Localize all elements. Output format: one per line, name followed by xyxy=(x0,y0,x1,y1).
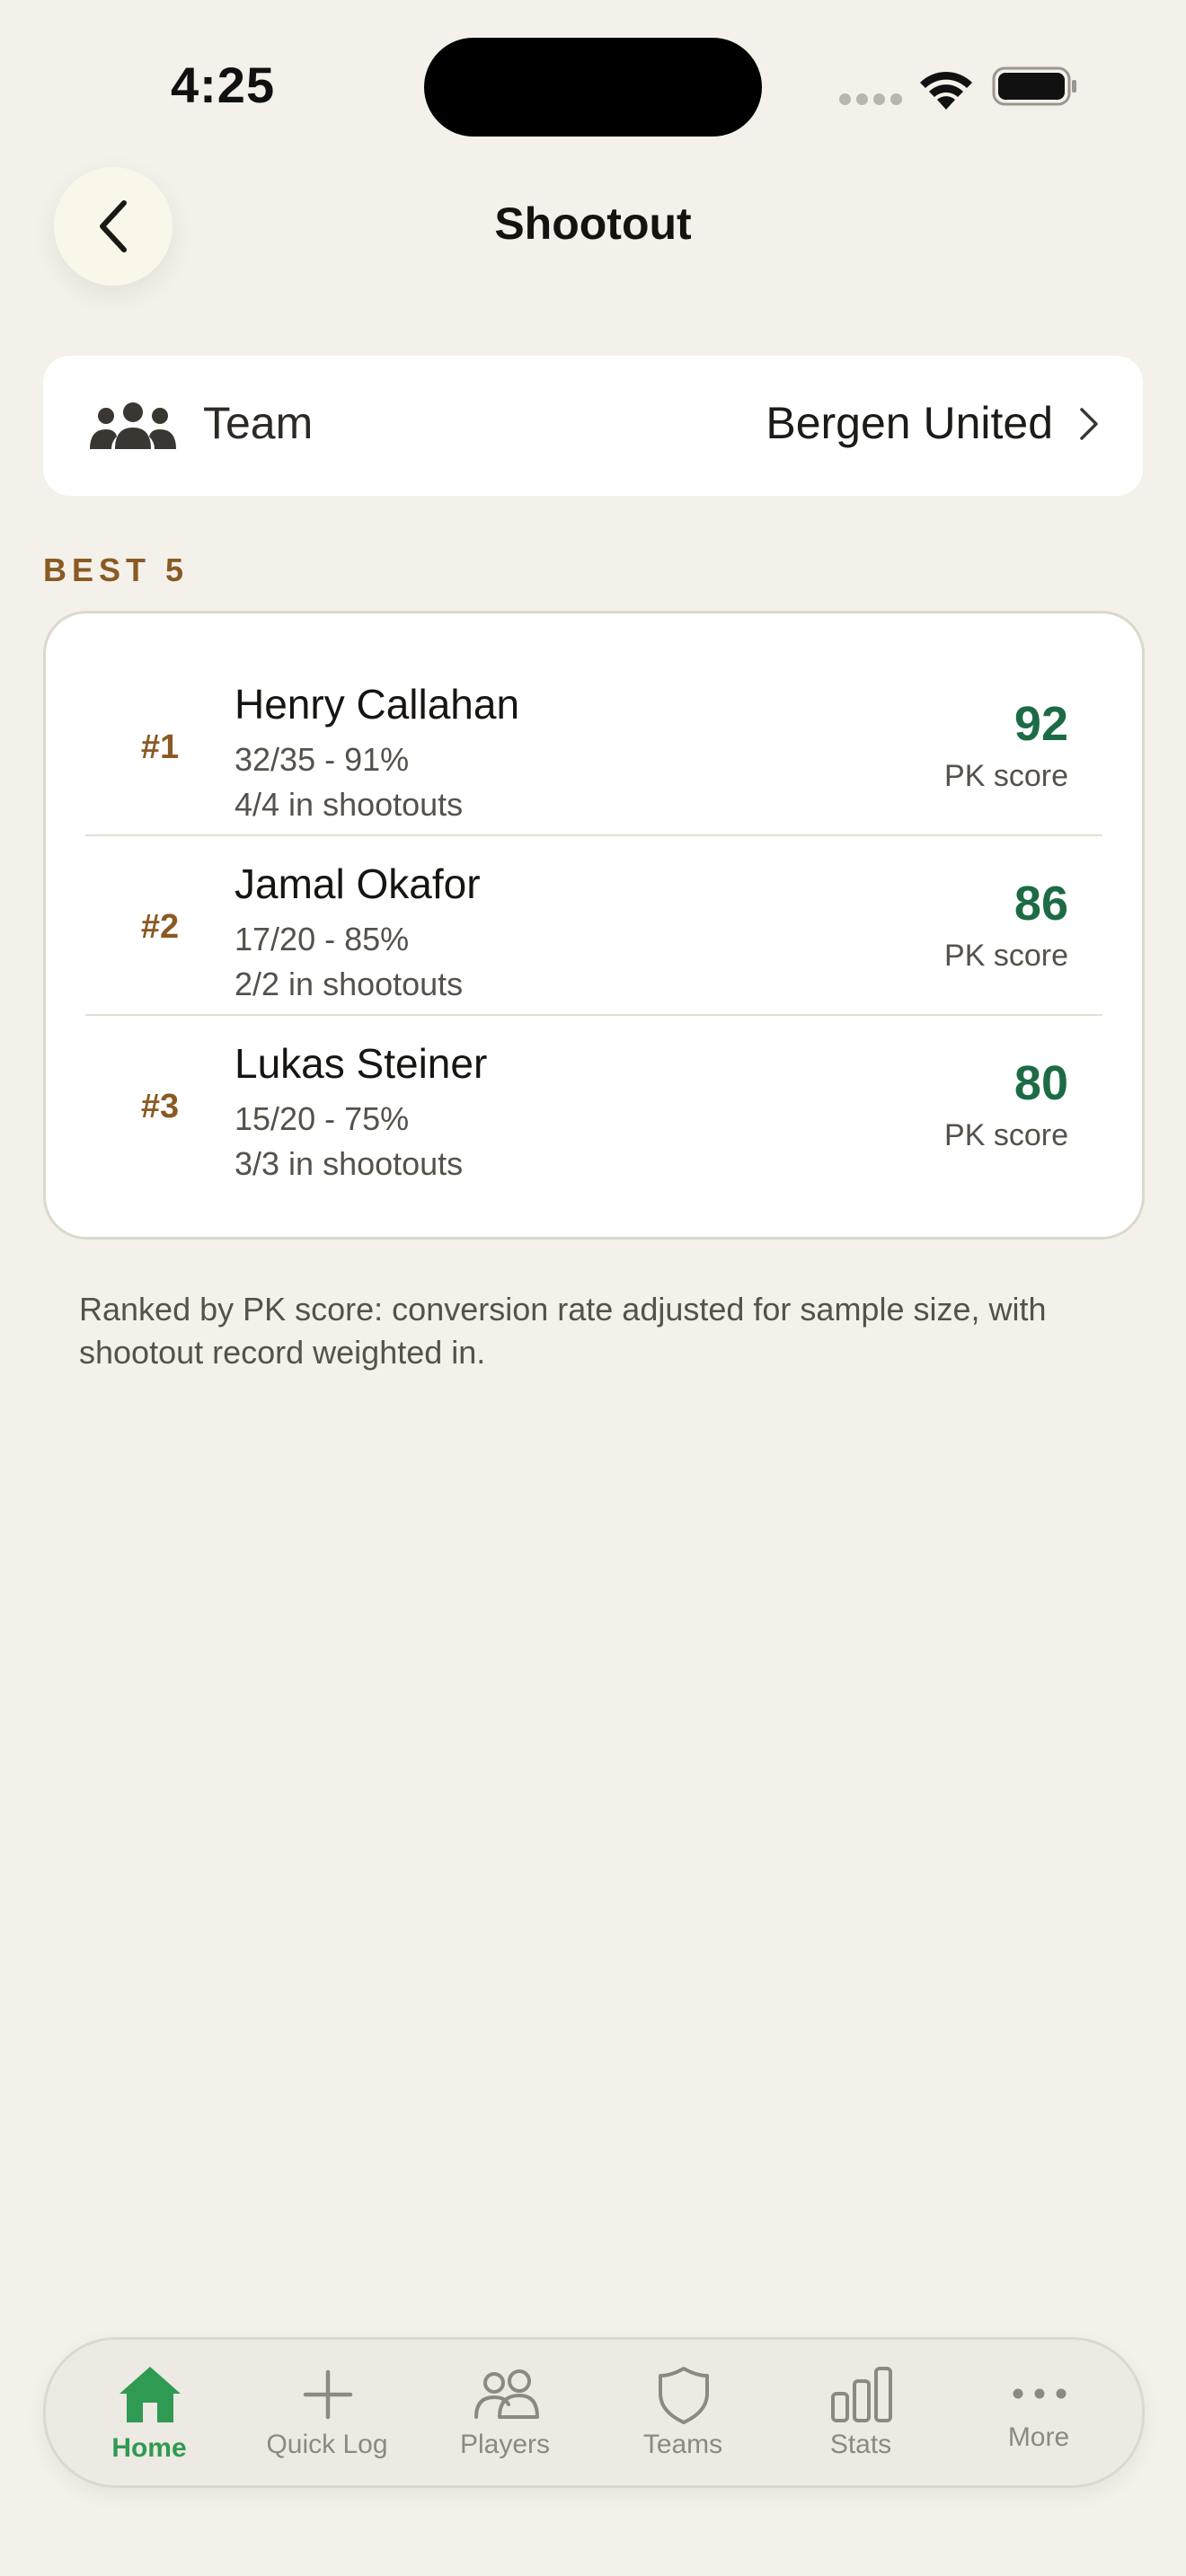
tab-label: Quick Log xyxy=(266,2430,388,2459)
home-icon xyxy=(119,2367,181,2422)
tab-label: Home xyxy=(111,2433,187,2463)
tab-bar: Home Quick Log Players Teams Stats More xyxy=(43,2337,1145,2488)
cellular-signal-icon xyxy=(839,93,902,106)
player-shootouts: 4/4 in shootouts xyxy=(235,786,464,823)
pk-score-label: PK score xyxy=(944,1118,1068,1152)
bar-chart-icon xyxy=(831,2367,892,2422)
wifi-icon xyxy=(920,71,972,110)
team-label: Team xyxy=(203,398,314,448)
plus-icon xyxy=(303,2369,353,2420)
status-time: 4:25 xyxy=(171,57,276,113)
player-name: Jamal Okafor xyxy=(235,860,481,907)
tab-quick-log[interactable]: Quick Log xyxy=(238,2340,416,2485)
player-conversion: 17/20 - 85% xyxy=(235,921,410,957)
tab-label: More xyxy=(1007,2422,1070,2452)
dynamic-island xyxy=(424,38,762,137)
ranking-row[interactable]: #3 Lukas Steiner 15/20 - 75% 3/3 in shoo… xyxy=(85,1014,1102,1194)
player-name: Henry Callahan xyxy=(235,681,520,728)
chevron-right-icon xyxy=(1080,408,1098,440)
more-dots-icon xyxy=(1013,2388,1067,2399)
rank-number: #2 xyxy=(140,908,180,946)
pk-score-label: PK score xyxy=(944,939,1068,973)
players-icon xyxy=(474,2369,539,2419)
ranking-footnote: Ranked by PK score: conversion rate adju… xyxy=(79,1291,1047,1371)
ranking-row[interactable]: #1 Henry Callahan 32/35 - 91% 4/4 in sho… xyxy=(85,655,1102,834)
ranking-row[interactable]: #2 Jamal Okafor 17/20 - 85% 2/2 in shoot… xyxy=(85,834,1102,1014)
pk-score-value: 80 xyxy=(1013,1056,1068,1110)
pk-score-label: PK score xyxy=(944,759,1068,793)
rank-number: #3 xyxy=(140,1088,180,1125)
tab-home[interactable]: Home xyxy=(60,2340,238,2485)
battery-icon xyxy=(992,66,1076,106)
tab-teams[interactable]: Teams xyxy=(594,2340,772,2485)
player-conversion: 32/35 - 91% xyxy=(235,741,410,778)
tab-players[interactable]: Players xyxy=(416,2340,594,2485)
rank-number: #1 xyxy=(140,728,180,766)
player-shootouts: 3/3 in shootouts xyxy=(235,1145,464,1182)
pk-score-value: 92 xyxy=(1013,697,1068,751)
ranking-card: #1 Henry Callahan 32/35 - 91% 4/4 in sho… xyxy=(43,611,1145,1239)
pk-score-value: 86 xyxy=(1013,877,1068,931)
shield-icon xyxy=(659,2367,709,2424)
tab-label: Stats xyxy=(829,2430,892,2459)
player-conversion: 15/20 - 75% xyxy=(235,1100,410,1137)
player-name: Lukas Steiner xyxy=(235,1040,488,1087)
people-icon xyxy=(90,402,176,449)
team-selector[interactable]: Team Bergen United xyxy=(43,356,1143,496)
tab-label: Teams xyxy=(642,2430,723,2459)
page-title: Shootout xyxy=(494,198,692,249)
team-value: Bergen United xyxy=(766,398,1053,448)
tab-more[interactable]: More xyxy=(950,2340,1128,2485)
tab-label: Players xyxy=(459,2430,551,2459)
player-shootouts: 2/2 in shootouts xyxy=(235,966,464,1002)
section-label: BEST 5 xyxy=(43,551,190,588)
tab-stats[interactable]: Stats xyxy=(772,2340,950,2485)
